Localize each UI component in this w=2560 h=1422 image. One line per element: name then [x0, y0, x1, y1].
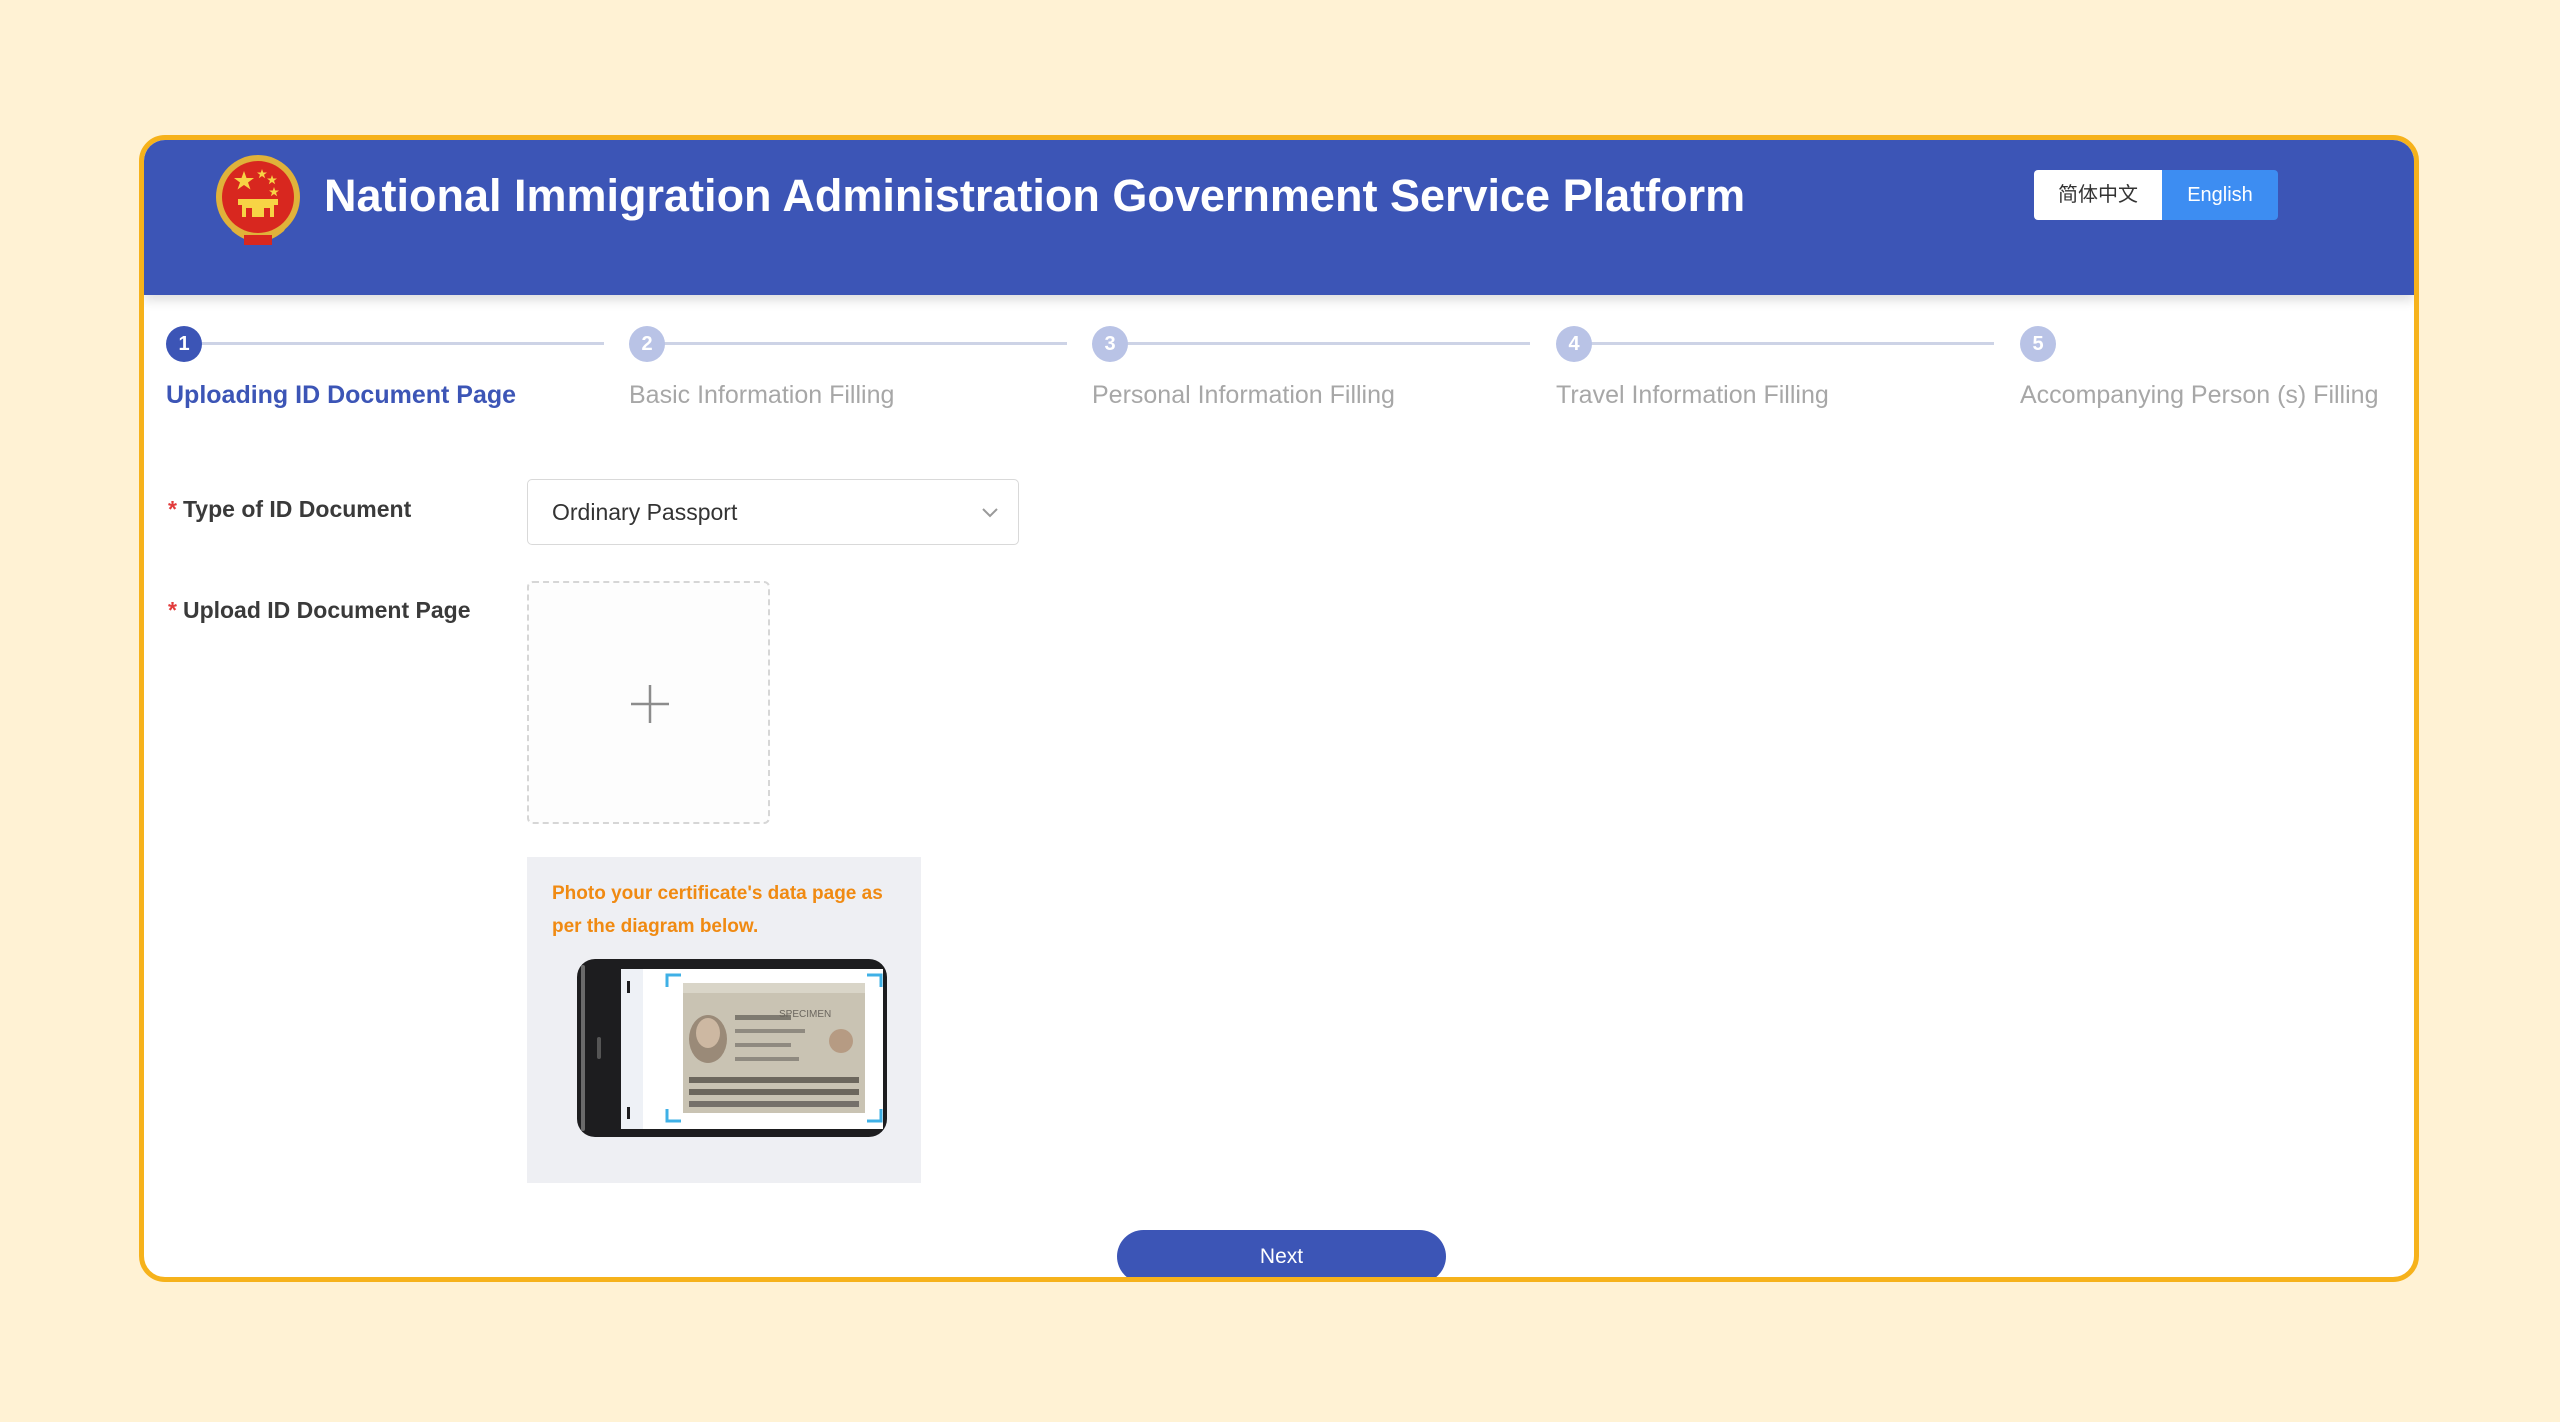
- required-mark: *: [168, 496, 177, 522]
- step-1-circle: 1: [166, 326, 202, 362]
- plus-icon: [631, 685, 669, 723]
- step-connector: [1590, 342, 1994, 345]
- phone-passport-sample-image: SPECIMEN: [577, 959, 887, 1137]
- next-button[interactable]: Next: [1117, 1230, 1446, 1277]
- chevron-down-icon: [982, 508, 998, 518]
- upload-label-text: Upload ID Document Page: [182, 597, 471, 623]
- page-title: National Immigration Administration Gove…: [324, 170, 1746, 221]
- language-switcher: 简体中文 English: [2034, 170, 2278, 220]
- header-bar: National Immigration Administration Gove…: [144, 140, 2414, 295]
- step-4-circle: 4: [1556, 326, 1592, 362]
- national-emblem-icon: [216, 155, 300, 245]
- progress-steps: 1 Uploading ID Document Page 2 Basic Inf…: [144, 326, 2414, 416]
- step-2-label: Basic Information Filling: [629, 381, 895, 409]
- doc-type-label: * Type of ID Document: [168, 496, 411, 523]
- doc-type-select[interactable]: Ordinary Passport: [527, 479, 1019, 545]
- step-1-label: Uploading ID Document Page: [166, 381, 517, 409]
- step-4-label: Travel Information Filling: [1556, 381, 1829, 409]
- step-connector: [663, 342, 1067, 345]
- photo-hint-text: Photo your certificate's data page as pe…: [552, 883, 883, 937]
- upload-label: * Upload ID Document Page: [168, 597, 471, 624]
- sample-specimen-text: SPECIMEN: [779, 1009, 831, 1020]
- photo-hint-panel: Photo your certificate's data page as pe…: [527, 857, 921, 1183]
- step-connector: [200, 342, 604, 345]
- doc-type-label-text: Type of ID Document: [182, 496, 412, 522]
- required-mark: *: [168, 597, 177, 623]
- step-connector: [1126, 342, 1530, 345]
- step-3-label: Personal Information Filling: [1092, 381, 1395, 409]
- lang-chinese-button[interactable]: 简体中文: [2034, 170, 2162, 220]
- step-3-circle: 3: [1092, 326, 1128, 362]
- upload-dropzone[interactable]: [527, 581, 770, 824]
- step-2-circle: 2: [629, 326, 665, 362]
- doc-type-value: Ordinary Passport: [552, 499, 738, 525]
- app-window: National Immigration Administration Gove…: [139, 135, 2419, 1282]
- step-5-label: Accompanying Person (s) Filling: [2020, 381, 2379, 409]
- lang-english-button[interactable]: English: [2162, 170, 2278, 220]
- step-5-circle: 5: [2020, 326, 2056, 362]
